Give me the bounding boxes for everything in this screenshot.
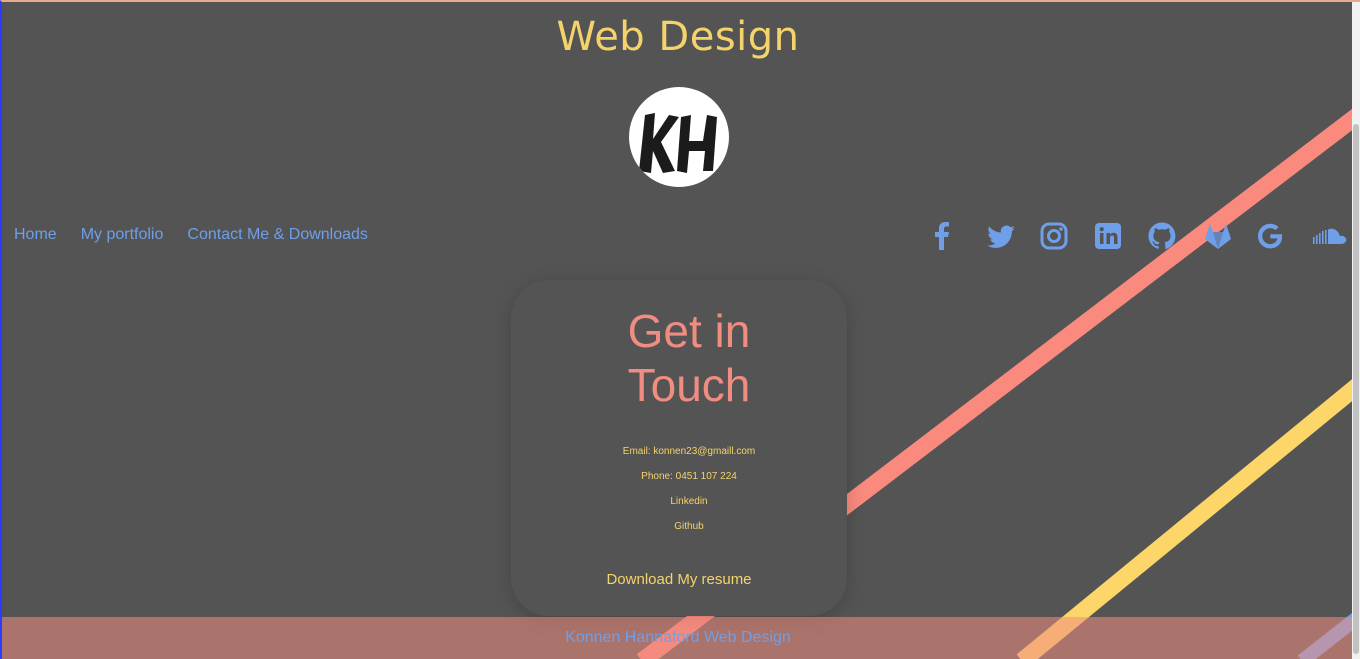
nav-contact[interactable]: Contact Me & Downloads xyxy=(187,226,368,244)
logo-image xyxy=(639,113,717,173)
contact-linkedin-link[interactable]: Linkedin xyxy=(511,496,867,507)
scrollbar-thumb[interactable] xyxy=(1353,124,1359,654)
contact-phone[interactable]: Phone: 0451 107 224 xyxy=(511,471,867,482)
site-title: Web Design xyxy=(556,14,800,60)
logo[interactable] xyxy=(629,87,729,187)
footer-text: Konnen Hannaford Web Design xyxy=(565,629,791,646)
footer: Konnen Hannaford Web Design xyxy=(2,617,1354,659)
linkedin-icon[interactable] xyxy=(1092,220,1124,252)
twitter-icon[interactable] xyxy=(985,220,1017,252)
contact-title-line2: Touch xyxy=(627,359,751,411)
instagram-icon[interactable] xyxy=(1038,220,1070,252)
contact-email[interactable]: Email: konnen23@gmaill.com xyxy=(511,446,867,457)
contact-github-link[interactable]: Github xyxy=(511,521,867,532)
soundcloud-icon[interactable] xyxy=(1312,220,1352,252)
scrollbar[interactable] xyxy=(1352,2,1360,659)
nav-portfolio[interactable]: My portfolio xyxy=(81,226,164,244)
page: Web Design Home My portfolio Contact Me … xyxy=(0,0,1360,659)
gitlab-icon[interactable] xyxy=(1202,220,1234,252)
facebook-icon[interactable] xyxy=(926,220,958,252)
download-resume-link[interactable]: Download My resume xyxy=(511,571,847,588)
google-icon[interactable] xyxy=(1254,220,1286,252)
nav-home[interactable]: Home xyxy=(14,226,57,244)
contact-title: Get in Touch xyxy=(511,304,867,412)
github-icon[interactable] xyxy=(1146,220,1178,252)
contact-title-line1: Get in xyxy=(627,305,751,357)
main-nav: Home My portfolio Contact Me & Downloads xyxy=(14,226,368,244)
